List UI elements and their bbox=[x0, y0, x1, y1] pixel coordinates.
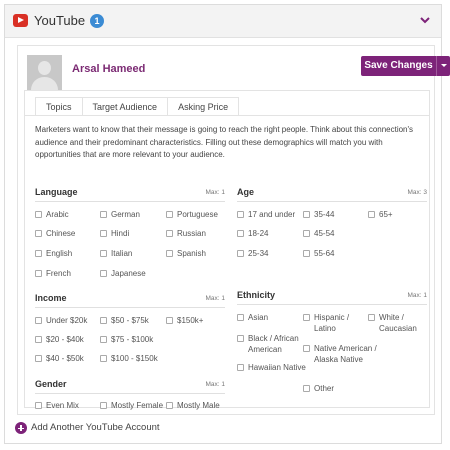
checkbox[interactable] bbox=[100, 211, 107, 218]
checkbox[interactable] bbox=[237, 335, 244, 342]
tab-panel: Topics Target Audience Asking Price Mark… bbox=[24, 90, 430, 410]
income-max: Max: 1 bbox=[205, 295, 225, 302]
checkbox[interactable] bbox=[35, 317, 42, 324]
checkbox[interactable] bbox=[303, 385, 310, 392]
youtube-icon bbox=[13, 14, 28, 27]
youtube-account-panel: YouTube 1 Arsal Hameed Save Changes Topi… bbox=[4, 4, 450, 444]
tab-divider bbox=[25, 115, 429, 116]
checkbox[interactable] bbox=[35, 336, 42, 343]
gender-heading: Gender bbox=[35, 379, 67, 389]
checkbox[interactable] bbox=[100, 355, 107, 362]
language-divider bbox=[35, 201, 225, 202]
checkbox[interactable] bbox=[35, 230, 42, 237]
plus-circle-icon[interactable] bbox=[15, 422, 27, 434]
checkbox[interactable] bbox=[237, 230, 244, 237]
audience-intro-text: Marketers want to know that their messag… bbox=[35, 125, 414, 159]
checkbox[interactable] bbox=[303, 345, 310, 352]
checkbox[interactable] bbox=[166, 250, 173, 257]
account-card: Arsal Hameed Save Changes Topics Target … bbox=[17, 45, 450, 415]
checkbox[interactable] bbox=[237, 211, 244, 218]
user-name[interactable]: Arsal Hameed bbox=[72, 63, 145, 75]
checkbox[interactable] bbox=[35, 211, 42, 218]
checkbox[interactable] bbox=[100, 402, 107, 409]
checkbox[interactable] bbox=[303, 230, 310, 237]
gender-divider bbox=[35, 393, 225, 394]
checkbox[interactable] bbox=[237, 250, 244, 257]
ethnicity-divider bbox=[237, 304, 427, 305]
account-count-badge: 1 bbox=[90, 14, 104, 28]
checkbox[interactable] bbox=[237, 314, 244, 321]
checkbox[interactable] bbox=[100, 317, 107, 324]
avatar-head-shape bbox=[38, 61, 51, 75]
checkbox[interactable] bbox=[237, 364, 244, 371]
checkbox[interactable] bbox=[166, 317, 173, 324]
ethnicity-max: Max: 1 bbox=[407, 292, 427, 299]
checkbox[interactable] bbox=[35, 355, 42, 362]
checkbox[interactable] bbox=[166, 211, 173, 218]
checkbox[interactable] bbox=[35, 270, 42, 277]
checkbox[interactable] bbox=[100, 336, 107, 343]
age-heading: Age bbox=[237, 187, 255, 197]
gender-max: Max: 1 bbox=[205, 381, 225, 388]
checkbox[interactable] bbox=[368, 211, 375, 218]
checkbox[interactable] bbox=[35, 402, 42, 409]
tab-asking-price[interactable]: Asking Price bbox=[167, 97, 240, 115]
panel-header[interactable]: YouTube 1 bbox=[5, 5, 441, 38]
checkbox[interactable] bbox=[100, 230, 107, 237]
tab-target-audience[interactable]: Target Audience bbox=[81, 97, 169, 115]
tab-bar: Topics Target Audience Asking Price bbox=[35, 97, 240, 115]
avatar bbox=[27, 55, 62, 90]
ethnicity-heading: Ethnicity bbox=[237, 290, 276, 300]
add-account-label: Add Another YouTube Account bbox=[31, 422, 160, 433]
income-divider bbox=[35, 307, 225, 308]
checkbox[interactable] bbox=[303, 250, 310, 257]
save-options-dropdown-button[interactable] bbox=[436, 56, 450, 76]
checkbox[interactable] bbox=[166, 402, 173, 409]
tab-topics[interactable]: Topics bbox=[35, 97, 83, 115]
age-max: Max: 3 bbox=[407, 189, 427, 196]
checkbox[interactable] bbox=[100, 270, 107, 277]
language-max: Max: 1 bbox=[205, 189, 225, 196]
chevron-down-icon[interactable] bbox=[419, 14, 431, 26]
checkbox[interactable] bbox=[166, 230, 173, 237]
checkbox[interactable] bbox=[303, 314, 310, 321]
save-changes-button[interactable]: Save Changes bbox=[361, 56, 436, 76]
checkbox[interactable] bbox=[100, 250, 107, 257]
age-divider bbox=[237, 201, 427, 202]
avatar-body-shape bbox=[31, 77, 58, 90]
panel-title: YouTube bbox=[34, 13, 86, 28]
checkbox[interactable] bbox=[303, 211, 310, 218]
checkbox[interactable] bbox=[35, 250, 42, 257]
language-heading: Language bbox=[35, 187, 78, 197]
checkbox[interactable] bbox=[368, 314, 375, 321]
income-heading: Income bbox=[35, 293, 67, 303]
